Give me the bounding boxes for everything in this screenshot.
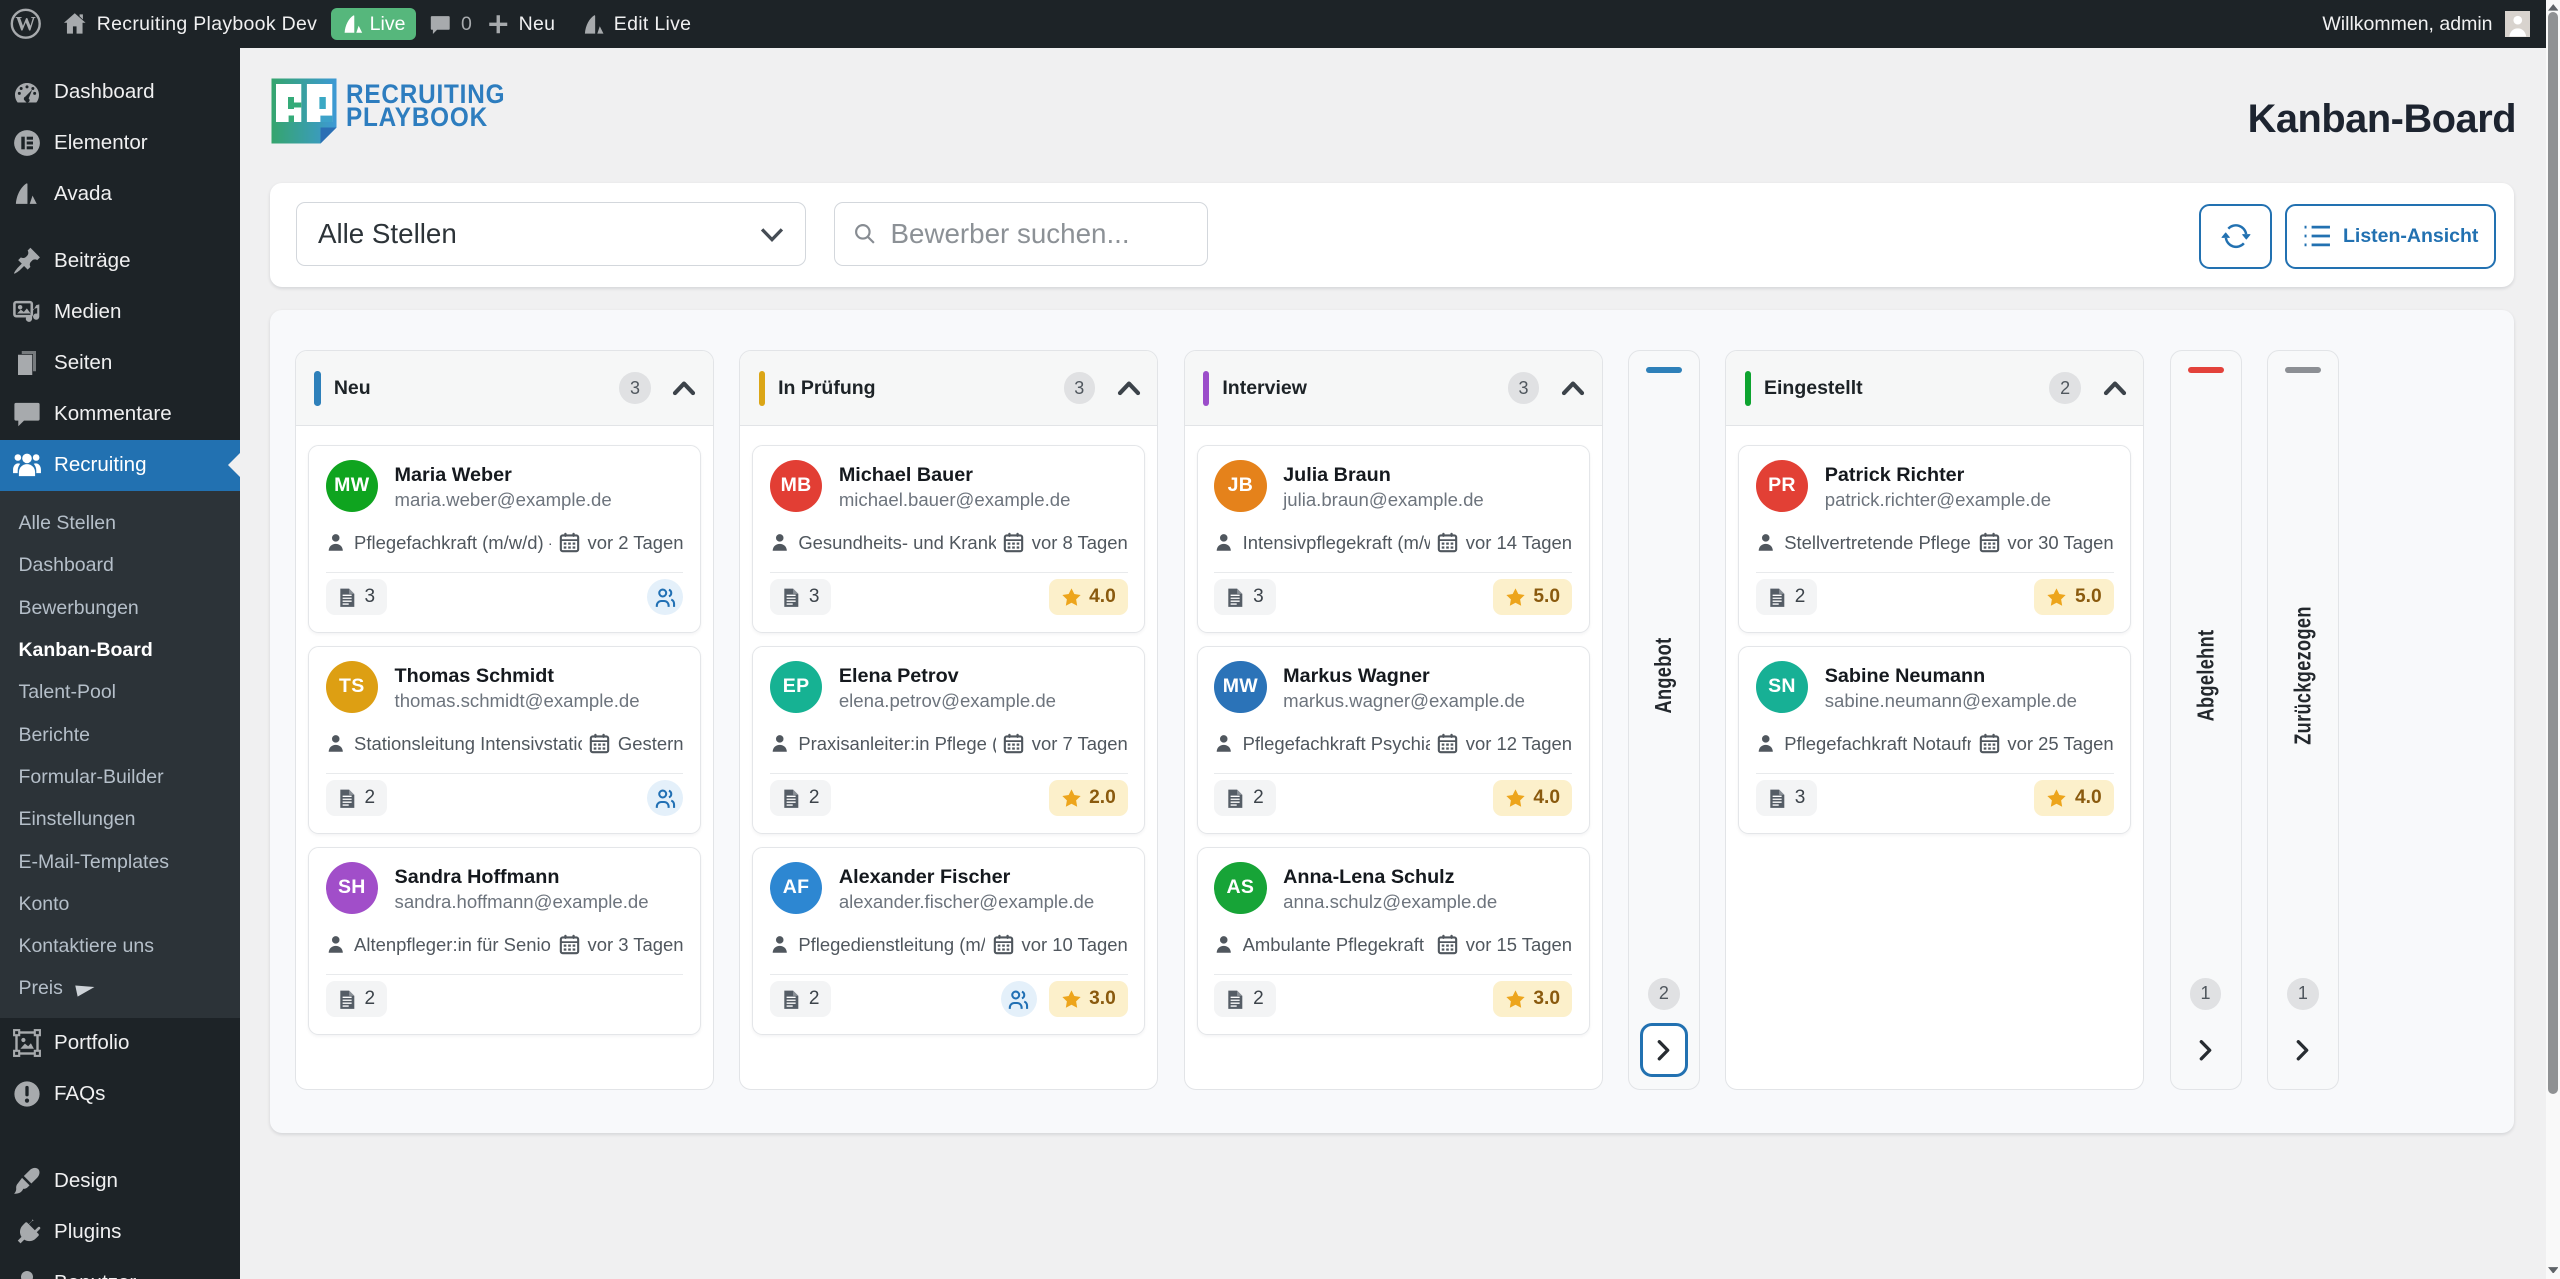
svg-text:W: W <box>15 13 36 35</box>
